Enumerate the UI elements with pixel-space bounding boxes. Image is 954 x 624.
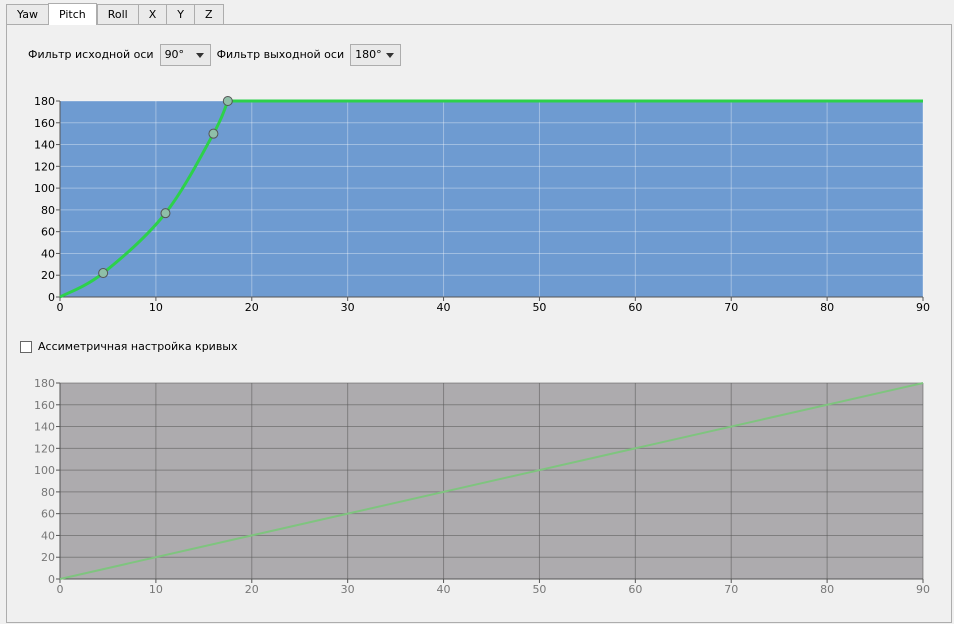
y-tick-label: 100 [34, 464, 55, 477]
x-tick-label: 60 [628, 583, 642, 596]
y-tick-label: 140 [34, 421, 55, 434]
y-tick-label: 60 [41, 508, 55, 521]
y-tick-label: 120 [34, 442, 55, 455]
x-tick-label: 50 [532, 583, 546, 596]
x-tick-label: 10 [149, 583, 163, 596]
x-tick-label: 0 [57, 583, 64, 596]
y-tick-label: 160 [34, 399, 55, 412]
x-tick-label: 80 [820, 583, 834, 596]
x-tick-label: 70 [724, 583, 738, 596]
x-tick-label: 90 [916, 583, 930, 596]
y-tick-label: 20 [41, 551, 55, 564]
y-tick-label: 80 [41, 486, 55, 499]
y-tick-label: 0 [48, 573, 55, 586]
y-tick-label: 180 [34, 377, 55, 390]
x-tick-label: 20 [245, 583, 259, 596]
x-tick-label: 40 [437, 583, 451, 596]
x-tick-label: 30 [341, 583, 355, 596]
y-tick-label: 40 [41, 529, 55, 542]
secondary-curve-chart: 0 10 20 30 40 50 60 70 80 90 0 20 40 60 80 100 120 140 160… [34, 377, 930, 596]
tab-pitch[interactable]: Pitch [47, 3, 97, 25]
